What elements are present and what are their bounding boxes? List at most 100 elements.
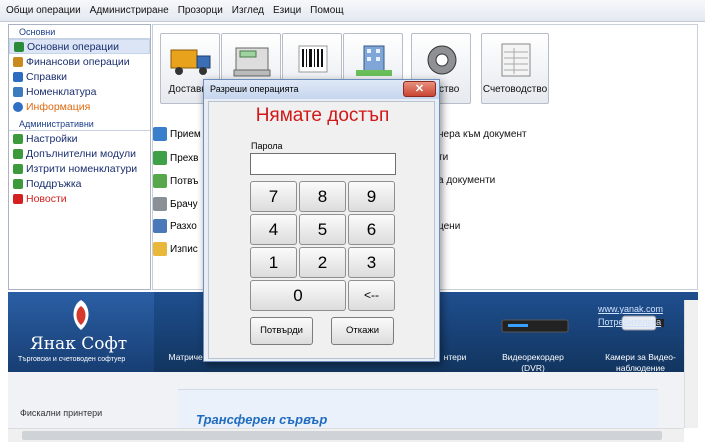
brand-logo[interactable]: Янак Софт Търговски и счетоводен софтуер: [8, 292, 154, 372]
key-4[interactable]: 4: [250, 214, 297, 245]
gear-icon: [427, 45, 457, 75]
sidebar-item-modules[interactable]: Допълнителни модули: [9, 146, 150, 161]
sidebar-item-label: Допълнителни модули: [26, 147, 136, 160]
sidebar-item-label: Новости: [26, 192, 67, 205]
close-button[interactable]: ✕: [403, 81, 436, 97]
document-icon: [153, 127, 167, 141]
dialog-titlebar[interactable]: Разреши операцията ✕: [204, 80, 439, 99]
modules-icon: [13, 148, 23, 159]
horizontal-scrollbar[interactable]: [8, 428, 684, 442]
sidebar-item-deleted-nomenclature[interactable]: Изтрити номенклатури: [9, 161, 150, 176]
confirm-icon: [153, 174, 167, 188]
toolbar-button-label: Счетоводство: [482, 84, 548, 95]
product-label: Камери за Видео-: [605, 352, 676, 362]
product-cameras[interactable]: Камери за Видео- наблюдение: [593, 352, 688, 374]
sidebar-item-news[interactable]: Новости: [9, 191, 150, 206]
basic-operations-icon: [14, 41, 24, 52]
command-label: Прием: [170, 128, 201, 140]
sidebar-item-nomenclature[interactable]: Номенклатура: [9, 84, 150, 99]
key-2[interactable]: 2: [299, 247, 346, 278]
password-field[interactable]: [250, 153, 396, 175]
command-right-text[interactable]: нера към документ: [438, 129, 527, 140]
command-item[interactable]: Потвъ: [153, 172, 198, 190]
command-item[interactable]: Изпис: [153, 240, 198, 258]
vertical-scrollbar[interactable]: [684, 300, 698, 428]
expense-icon: [153, 219, 167, 233]
transfer-server-title[interactable]: Трансферен сървър: [196, 412, 327, 427]
key-5[interactable]: 5: [299, 214, 346, 245]
sidebar-item-finance[interactable]: Финансови операции: [9, 54, 150, 69]
no-access-heading: Нямате достъп: [255, 105, 390, 126]
key-0[interactable]: 0: [250, 280, 346, 311]
sidebar-item-label: Справки: [26, 70, 67, 83]
backspace-key[interactable]: <--: [348, 280, 395, 311]
sidebar-item-label: Поддръжка: [26, 177, 82, 190]
brand-tagline: Търговски и счетоводен софтуер: [18, 356, 126, 363]
sidebar-item-label: Изтрити номенклатури: [26, 162, 138, 175]
transfer-icon: [153, 151, 167, 165]
menu-languages[interactable]: Езици: [273, 5, 301, 16]
command-item[interactable]: Брачу: [153, 195, 198, 213]
sidebar-item-label: Номенклатура: [26, 85, 97, 98]
key-6[interactable]: 6: [348, 214, 395, 245]
command-label: Прехв: [170, 152, 199, 164]
command-label: Изпис: [170, 243, 198, 255]
deleted-nomenclature-icon: [13, 163, 23, 174]
cancel-button[interactable]: Откажи: [331, 317, 394, 345]
reports-icon: [13, 71, 23, 82]
sidebar-item-label: Информация: [26, 100, 91, 113]
dialog-body: Нямате достъп Парола 7 8 9 4 5 6 1 2 3 0…: [208, 101, 435, 359]
command-label: Разхо: [170, 220, 197, 232]
sidebar-item-information[interactable]: Информация: [9, 99, 150, 114]
command-item[interactable]: Прием: [153, 125, 201, 143]
barcode-icon: [298, 45, 328, 73]
cash-register-icon: [233, 47, 271, 77]
sidebar-item-basic-operations[interactable]: Основни операции: [9, 39, 150, 54]
password-label: Парола: [251, 141, 283, 151]
sidebar-heading-admin: Административни: [9, 117, 150, 131]
building-icon: [356, 45, 392, 76]
sidebar-item-reports[interactable]: Справки: [9, 69, 150, 84]
key-7[interactable]: 7: [250, 181, 297, 212]
sidebar-item-label: Настройки: [26, 132, 78, 145]
sidebar-item-label: Основни операции: [27, 40, 120, 53]
command-label: Брачу: [170, 198, 198, 210]
user-link[interactable]: Потребителска: [598, 317, 661, 327]
menu-view[interactable]: Изглед: [232, 5, 264, 16]
key-9[interactable]: 9: [348, 181, 395, 212]
product-printers[interactable]: нтери: [440, 352, 470, 363]
toolbar-button-accounting[interactable]: Счетоводство: [481, 33, 549, 104]
sidebar-item-settings[interactable]: Настройки: [9, 131, 150, 146]
key-8[interactable]: 8: [299, 181, 346, 212]
scrap-icon: [153, 197, 167, 211]
command-item[interactable]: Прехв: [153, 149, 198, 167]
info-icon: [13, 101, 23, 112]
key-1[interactable]: 1: [250, 247, 297, 278]
fiscal-printers-link[interactable]: Фискални принтери: [20, 408, 102, 418]
command-right-text[interactable]: цени: [438, 221, 460, 232]
product-label: нтери: [443, 352, 467, 362]
dialog-title: Разреши операцията: [210, 84, 299, 94]
sidebar-heading-main: Основни: [9, 25, 150, 39]
menu-bar: Общи операции Администриране Прозорци Из…: [0, 0, 705, 22]
scrollbar-thumb[interactable]: [22, 431, 662, 440]
product-dvr[interactable]: Видеорекордер (DVR): [488, 352, 578, 374]
command-right-text[interactable]: а документи: [438, 175, 495, 186]
yanak-logo-icon: [73, 300, 89, 330]
menu-general-operations[interactable]: Общи операции: [6, 5, 81, 16]
command-item[interactable]: Разхо: [153, 217, 197, 235]
website-link[interactable]: www.yanak.com: [598, 304, 663, 314]
dvr-icon: [501, 319, 569, 333]
menu-help[interactable]: Помощ: [310, 5, 343, 16]
folder-icon: [153, 242, 167, 256]
product-label: Видеорекордер: [502, 352, 564, 362]
transfer-server-panel: Трансферен сървър: [178, 389, 658, 428]
authorize-operation-dialog: Разреши операцията ✕ Нямате достъп Парол…: [203, 79, 440, 362]
news-icon: [13, 193, 23, 204]
key-3[interactable]: 3: [348, 247, 395, 278]
menu-windows[interactable]: Прозорци: [178, 5, 223, 16]
settings-icon: [13, 133, 23, 144]
confirm-button[interactable]: Потвърди: [250, 317, 313, 345]
menu-administration[interactable]: Администриране: [90, 5, 169, 16]
sidebar-item-support[interactable]: Поддръжка: [9, 176, 150, 191]
